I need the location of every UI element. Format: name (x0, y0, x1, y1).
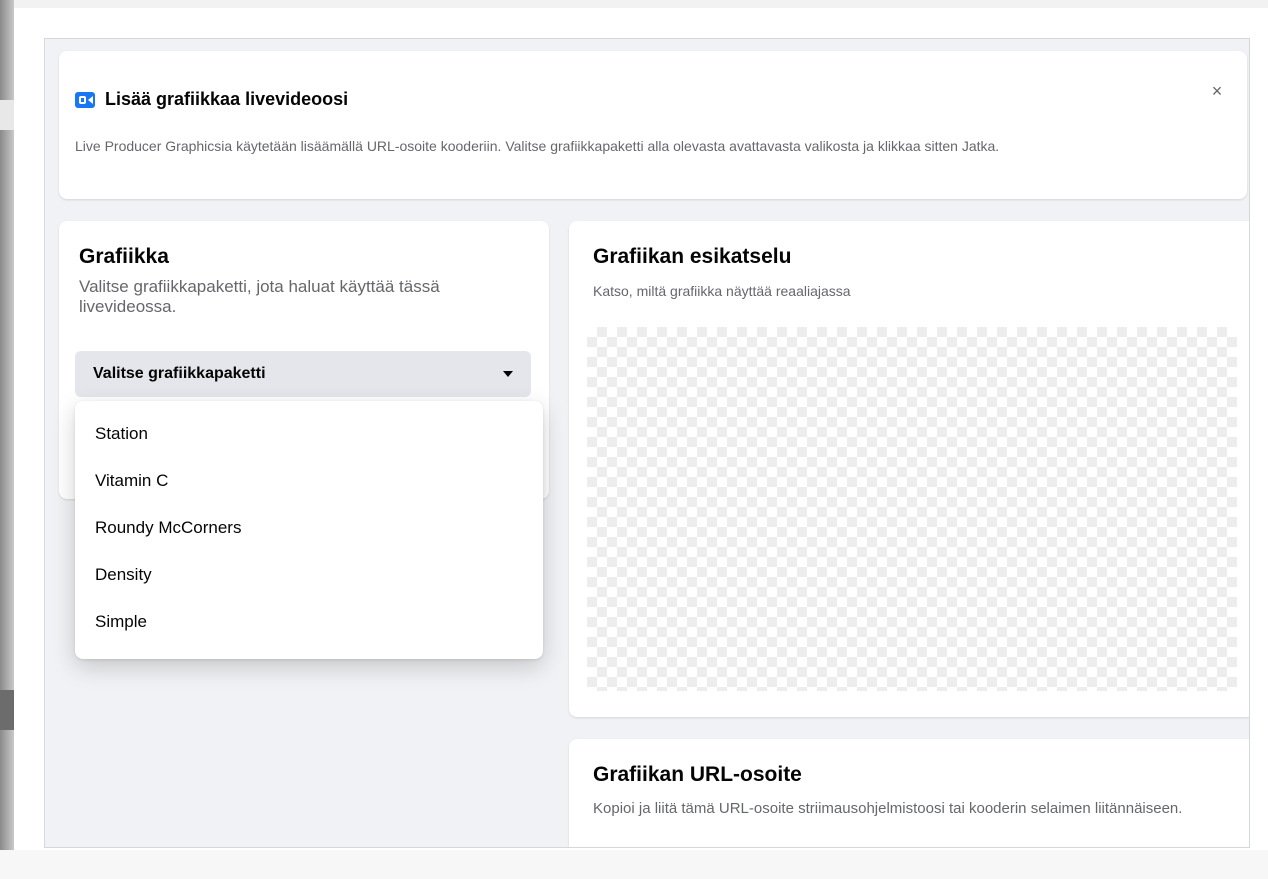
add-graphics-modal: Lisää grafiikkaa livevideoosi × Live Pro… (44, 38, 1250, 848)
header-description: Live Producer Graphicsia käytetään lisää… (75, 138, 1000, 154)
graphics-title: Grafiikka (79, 245, 169, 268)
background-window-edge (0, 0, 14, 879)
background-bottom (0, 850, 1268, 879)
header-title-row: Lisää grafiikkaa livevideoosi (75, 89, 348, 110)
url-description: Kopioi ja liitä tämä URL-osoite striimau… (593, 800, 1183, 817)
graphics-subtitle: Valitse grafiikkapaketti, jota haluat kä… (79, 277, 440, 316)
url-title: Grafiikan URL-osoite (593, 763, 802, 786)
caret-down-icon (503, 371, 513, 377)
background-notch (0, 690, 14, 730)
preview-card: Grafiikan esikatselu Katso, miltä grafii… (569, 221, 1249, 717)
dropdown-option-simple[interactable]: Simple (75, 598, 543, 645)
graphics-package-select[interactable]: Valitse grafiikkapaketti (75, 351, 531, 397)
header-card: Lisää grafiikkaa livevideoosi × Live Pro… (59, 51, 1247, 199)
dropdown-option-roundy-mccorners[interactable]: Roundy McCorners (75, 504, 543, 551)
select-label: Valitse grafiikkapaketti (93, 365, 266, 382)
dropdown-option-density[interactable]: Density (75, 551, 543, 598)
modal-title: Lisää grafiikkaa livevideoosi (105, 89, 349, 109)
video-camera-icon (75, 91, 95, 108)
dropdown-option-vitamin-c[interactable]: Vitamin C (75, 457, 543, 504)
url-card: Grafiikan URL-osoite Kopioi ja liitä täm… (569, 739, 1249, 847)
background-notch (0, 100, 14, 130)
preview-title: Grafiikan esikatselu (593, 245, 792, 268)
preview-canvas (587, 327, 1237, 691)
graphics-package-dropdown: Station Vitamin C Roundy McCorners Densi… (75, 401, 543, 659)
background-top (0, 0, 1268, 8)
close-icon[interactable]: × (1207, 81, 1227, 101)
dropdown-option-station[interactable]: Station (75, 410, 543, 457)
preview-subtitle: Katso, miltä grafiikka näyttää reaaliaja… (593, 283, 851, 299)
